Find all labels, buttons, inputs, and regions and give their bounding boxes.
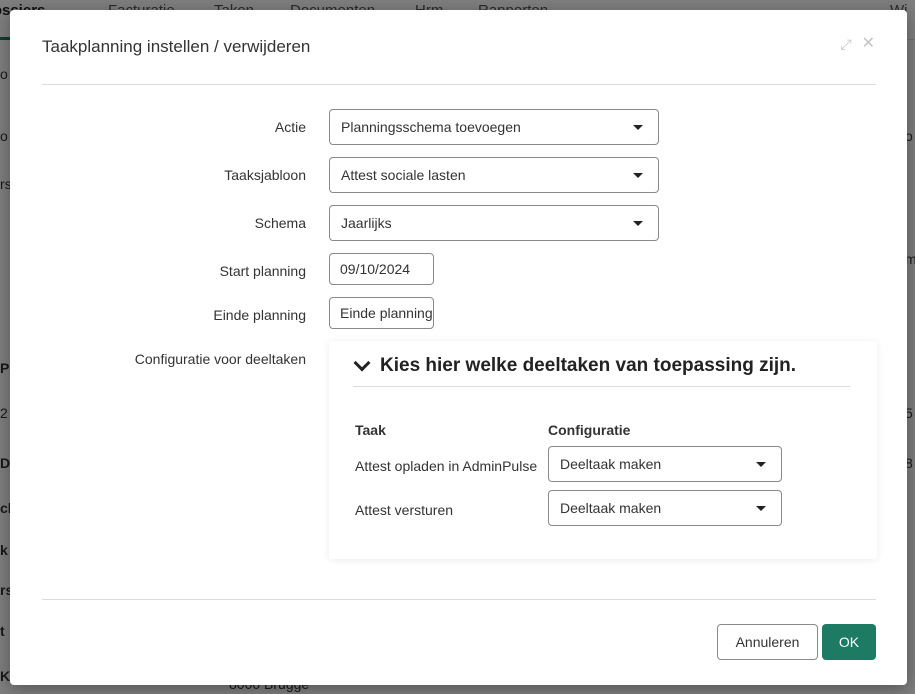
taaksjabloon-select[interactable]: Attest sociale lasten xyxy=(329,157,659,193)
schema-select-value: Jaarlijks xyxy=(341,215,392,231)
einde-planning-input[interactable]: Einde planning xyxy=(329,297,434,329)
actie-label: Actie xyxy=(274,119,306,135)
panel-title: Kies hier welke deeltaken van toepassing… xyxy=(380,355,797,376)
chevron-down-icon xyxy=(756,462,766,467)
footer-divider xyxy=(42,599,876,600)
task-planning-dialog: Taakplanning instellen / verwijderen ⤢ ✕… xyxy=(10,10,907,685)
header-divider xyxy=(42,84,876,85)
einde-planning-placeholder: Einde planning xyxy=(340,305,433,321)
einde-planning-label: Einde planning xyxy=(213,307,306,323)
actie-select[interactable]: Planningsschema toevoegen xyxy=(329,109,659,145)
column-header-taak: Taak xyxy=(355,422,386,438)
chevron-down-icon xyxy=(353,354,371,372)
deeltaak-config-select[interactable]: Deeltaak maken xyxy=(548,490,782,526)
taaksjabloon-select-value: Attest sociale lasten xyxy=(341,167,466,183)
panel-divider xyxy=(353,386,850,387)
chevron-down-icon xyxy=(633,125,643,130)
deeltaak-row-label: Attest versturen xyxy=(355,502,454,518)
taaksjabloon-label: Taaksjabloon xyxy=(224,167,306,183)
deeltaak-config-value: Deeltaak maken xyxy=(560,500,662,516)
panel-toggle[interactable]: Kies hier welke deeltaken van toepassing… xyxy=(353,354,797,377)
start-planning-label: Start planning xyxy=(219,263,306,279)
chevron-down-icon xyxy=(756,506,766,511)
column-header-configuratie: Configuratie xyxy=(548,422,631,438)
deeltaak-config-select[interactable]: Deeltaak maken xyxy=(548,446,782,482)
close-icon[interactable]: ✕ xyxy=(862,36,875,52)
expand-icon[interactable]: ⤢ xyxy=(840,37,851,51)
deeltaak-config-value: Deeltaak maken xyxy=(560,456,662,472)
start-planning-input[interactable]: 09/10/2024 xyxy=(329,253,434,285)
deeltaken-config-panel: Kies hier welke deeltaken van toepassing… xyxy=(329,341,877,559)
actie-select-value: Planningsschema toevoegen xyxy=(341,119,521,135)
schema-select[interactable]: Jaarlijks xyxy=(329,205,659,241)
deeltaak-row-label: Attest opladen in AdminPulse xyxy=(355,458,538,474)
chevron-down-icon xyxy=(633,173,643,178)
configuratie-label: Configuratie voor deeltaken xyxy=(134,351,306,367)
start-planning-value: 09/10/2024 xyxy=(340,261,411,277)
dialog-header-actions: ⤢ ✕ xyxy=(840,36,875,52)
cancel-button[interactable]: Annuleren xyxy=(717,624,818,660)
dialog-title: Taakplanning instellen / verwijderen xyxy=(42,37,311,56)
schema-label: Schema xyxy=(254,215,306,231)
chevron-down-icon xyxy=(633,221,643,226)
ok-button[interactable]: OK xyxy=(822,624,876,660)
